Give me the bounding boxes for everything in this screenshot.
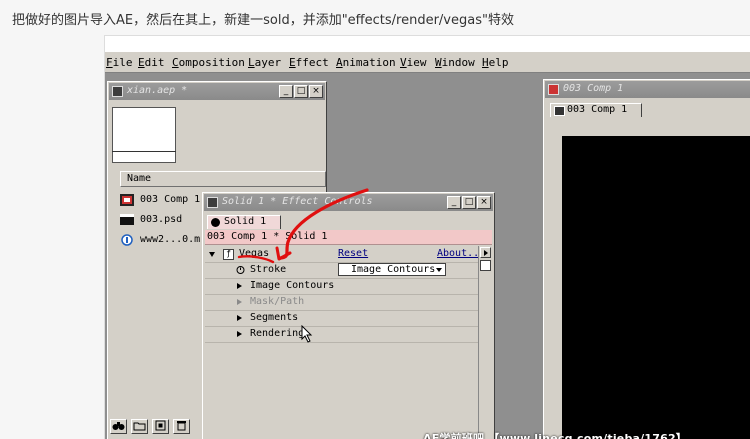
group-row[interactable]: Segments (205, 310, 478, 327)
project-titlebar[interactable]: xian.aep * _ □ × (109, 83, 325, 100)
menu-window[interactable]: Window (435, 56, 475, 69)
effect-name: Vegas (239, 248, 270, 259)
solid-layer-icon (211, 218, 220, 227)
menu-help[interactable]: Help (482, 56, 509, 69)
stroke-label: Stroke (250, 264, 287, 275)
mouse-cursor-icon (301, 325, 313, 343)
effect-controls-titlebar[interactable]: Solid 1 * Effect Controls _ □ × (204, 194, 493, 211)
effect-tabs: Solid 1 (205, 213, 492, 229)
psd-file-icon (120, 214, 134, 225)
composition-icon (120, 194, 134, 206)
project-footer (110, 419, 210, 435)
effect-parameters: ƒ Vegas Reset About... Stroke Image Cont… (205, 246, 485, 439)
group-label: Rendering (250, 328, 305, 339)
minimize-button[interactable]: _ (279, 85, 293, 98)
stroke-dropdown[interactable]: Image Contours (338, 263, 446, 276)
screenshot-frame: File Edit Composition Layer Effect Anima… (104, 35, 750, 439)
project-item-name: 003.psd (140, 214, 183, 225)
scroll-arrow-icon[interactable] (480, 247, 491, 258)
binoculars-icon[interactable] (110, 419, 127, 434)
project-item-name: www2...0.m (140, 234, 201, 245)
composition-icon (548, 84, 559, 95)
folder-icon[interactable] (131, 419, 148, 434)
maximize-button[interactable]: □ (294, 85, 308, 98)
comp-tab[interactable]: 003 Comp 1 (550, 103, 642, 117)
comp-title: 003 Comp 1 (563, 83, 624, 94)
comp-tab-label: 003 Comp 1 (567, 104, 628, 115)
maximize-button[interactable]: □ (462, 196, 476, 209)
group-label: Image Contours (250, 280, 335, 291)
expand-arrow-icon[interactable] (237, 315, 242, 321)
effect-controls-window: Solid 1 * Effect Controls _ □ × Solid 1 … (202, 192, 495, 439)
app-icon (207, 197, 218, 208)
close-button[interactable]: × (309, 85, 323, 98)
menu-view[interactable]: View (400, 56, 427, 69)
effect-tab-label: Solid 1 (224, 216, 267, 227)
project-title: xian.aep * (127, 85, 188, 96)
after-effects-window: File Edit Composition Layer Effect Anima… (105, 52, 750, 439)
watermark: AE学前班吧 【www.linecg.com/tieba/1762】 (423, 432, 687, 439)
group-row[interactable]: Mask/Path (205, 294, 478, 311)
caption-text: 把做好的图片导入AE，然后在其上，新建一sold，并添加"effects/ren… (12, 13, 514, 28)
expand-arrow-icon[interactable] (237, 331, 242, 337)
expand-arrow-icon[interactable] (237, 283, 242, 289)
close-button[interactable]: × (477, 196, 491, 209)
menu-edit[interactable]: Edit (138, 56, 165, 69)
new-comp-icon[interactable] (152, 419, 169, 434)
composition-window: 003 Comp 1 003 Comp 1 (543, 79, 750, 439)
menu-bar: File Edit Composition Layer Effect Anima… (105, 52, 750, 73)
stopwatch-icon[interactable] (236, 265, 245, 274)
effect-scrollbar[interactable] (478, 246, 492, 439)
group-row[interactable]: Rendering (205, 326, 478, 343)
effect-tab-solid[interactable]: Solid 1 (207, 215, 281, 229)
trash-icon[interactable] (173, 419, 190, 434)
stroke-row: Stroke Image Contours (205, 262, 478, 279)
expand-arrow-icon[interactable] (237, 299, 242, 305)
group-label: Segments (250, 312, 299, 323)
menu-file[interactable]: File (106, 56, 133, 69)
name-column-header[interactable]: Name (120, 171, 326, 187)
chevron-down-icon (436, 268, 442, 272)
checkbox[interactable] (480, 260, 491, 271)
composition-icon (554, 106, 565, 116)
menu-composition[interactable]: Composition (172, 56, 245, 69)
project-thumbnail (112, 107, 176, 163)
menu-animation[interactable]: Animation (336, 56, 396, 69)
stroke-dropdown-value: Image Contours (351, 264, 436, 275)
effect-controls-title: Solid 1 * Effect Controls (222, 196, 373, 207)
comp-titlebar[interactable]: 003 Comp 1 (545, 81, 750, 98)
group-label: Mask/Path (250, 296, 305, 307)
app-icon (112, 86, 123, 97)
project-item-name: 003 Comp 1 (140, 194, 201, 205)
comp-layer-label: 003 Comp 1 * Solid 1 (205, 230, 492, 245)
reset-link[interactable]: Reset (338, 246, 368, 261)
menu-layer[interactable]: Layer (248, 56, 281, 69)
comp-canvas (562, 136, 750, 439)
comp-viewer[interactable] (550, 118, 750, 439)
group-row[interactable]: Image Contours (205, 278, 478, 295)
collapse-arrow-icon[interactable] (209, 252, 215, 257)
effect-toggle-icon[interactable]: ƒ (223, 249, 234, 260)
effect-header-row[interactable]: ƒ Vegas Reset About... (205, 246, 485, 263)
menu-effect[interactable]: Effect (289, 56, 329, 69)
thumbnail-divider (112, 151, 176, 152)
minimize-button[interactable]: _ (447, 196, 461, 209)
footage-icon (121, 234, 133, 246)
